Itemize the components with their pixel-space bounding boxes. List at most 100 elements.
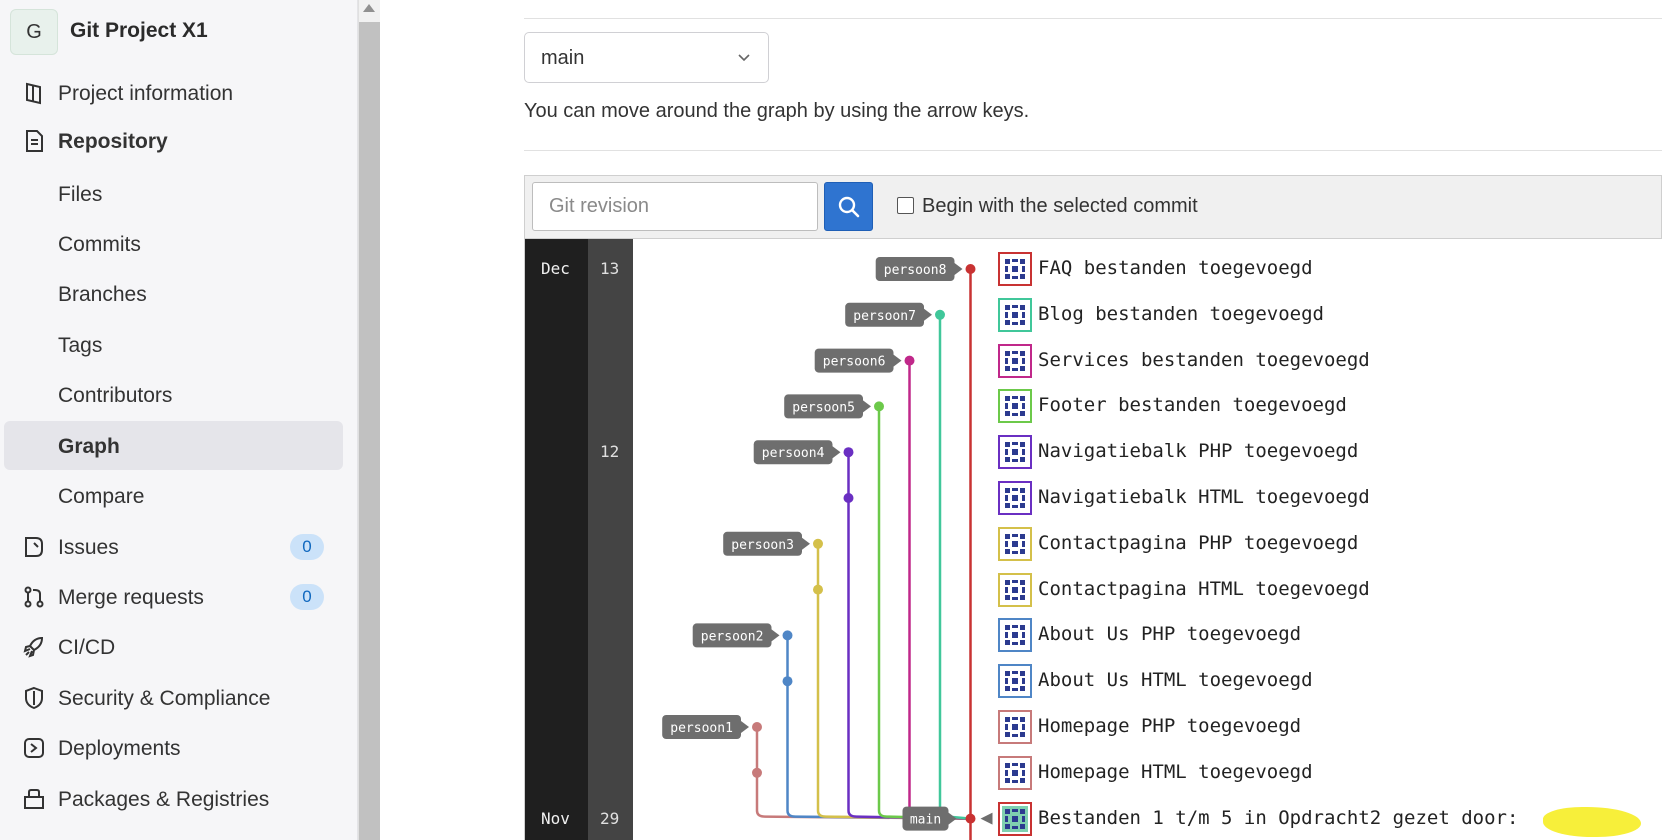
commit-author-avatar[interactable] xyxy=(998,252,1032,286)
sidebar-item-label: Contributors xyxy=(58,384,173,407)
commit-author-avatar[interactable] xyxy=(998,481,1032,515)
sidebar-item-ci-cd[interactable]: CI/CD xyxy=(4,624,343,670)
month-label: Nov xyxy=(541,808,570,828)
branch-tag-arrow xyxy=(893,354,902,367)
commit-author-avatar[interactable] xyxy=(998,297,1032,332)
rocket-icon xyxy=(23,636,44,658)
commit-dot xyxy=(813,584,823,595)
identicon-icon xyxy=(1002,805,1028,832)
commit-message[interactable]: Contactpagina PHP toegevoegd xyxy=(1038,532,1358,554)
commit-author-avatar[interactable] xyxy=(998,710,1032,744)
commit-dot xyxy=(904,355,915,366)
sidebar: G Git Project X1 Project information Rep… xyxy=(0,0,358,840)
commit-message[interactable]: FAQ bestanden toegevoegd xyxy=(1038,257,1313,279)
commit-author-avatar[interactable] xyxy=(998,435,1032,470)
day-label: 29 xyxy=(600,808,620,828)
commit-message[interactable]: About Us PHP toegevoegd xyxy=(1038,623,1301,645)
sidebar-item-contributors[interactable]: Contributors xyxy=(4,372,343,418)
commit-message[interactable]: Navigatiebalk HTML toegevoegd xyxy=(1038,486,1370,508)
sidebar-item-project-information[interactable]: Project information xyxy=(4,70,343,116)
commit-author-avatar[interactable] xyxy=(998,801,1032,836)
identicon-icon xyxy=(1002,485,1028,511)
sidebar-item-files[interactable]: Files xyxy=(4,171,343,217)
sidebar-item-merge-requests[interactable]: Merge requests 0 xyxy=(4,574,343,620)
sidebar-item-issues[interactable]: Issues 0 xyxy=(4,524,343,570)
search-button[interactable] xyxy=(824,182,873,231)
identicon-icon xyxy=(1002,439,1028,466)
commit-dot xyxy=(965,264,976,274)
commit-message[interactable]: Blog bestanden toegevoegd xyxy=(1038,303,1324,325)
sidebar-item-deployments[interactable]: Deployments xyxy=(4,725,343,771)
sidebar-item-label: Project information xyxy=(58,82,234,105)
branch-select-value: main xyxy=(541,47,585,69)
sidebar-item-tags[interactable]: Tags xyxy=(4,322,343,368)
identicon-icon xyxy=(1002,668,1028,695)
begin-with-selected-commit-checkbox[interactable] xyxy=(897,197,914,214)
sidebar-scrollbar[interactable] xyxy=(358,0,380,840)
project-header[interactable]: G Git Project X1 xyxy=(0,0,350,62)
repository-icon xyxy=(26,130,43,152)
branch-tag-label: persoon6 xyxy=(823,355,886,370)
graph-toolbar: Begin with the selected commit xyxy=(524,175,1662,239)
sidebar-item-label: Tags xyxy=(58,334,103,357)
identicon-icon xyxy=(1002,714,1028,740)
identicon-icon xyxy=(1002,393,1028,420)
commit-author-avatar[interactable] xyxy=(998,343,1032,378)
identicon-icon xyxy=(1002,576,1028,603)
sidebar-item-label: Branches xyxy=(58,283,147,306)
day-label: 12 xyxy=(600,442,620,462)
branch-line xyxy=(816,543,971,820)
commit-message[interactable]: Bestanden 1 t/m 5 in Opdracht2 gezet doo… xyxy=(1038,807,1518,829)
branch-tag-label: persoon5 xyxy=(792,400,855,415)
commit-dot xyxy=(935,309,945,320)
sidebar-item-label: Deployments xyxy=(58,737,181,760)
commit-author-avatar[interactable] xyxy=(998,755,1032,790)
sidebar-item-branches[interactable]: Branches xyxy=(4,271,343,317)
git-revision-input[interactable] xyxy=(532,182,818,231)
head-pointer-icon xyxy=(980,812,993,825)
branch-select[interactable]: main xyxy=(524,32,769,83)
commit-dot xyxy=(965,813,976,824)
begin-with-selected-commit-label[interactable]: Begin with the selected commit xyxy=(922,195,1198,218)
sidebar-item-commits[interactable]: Commits xyxy=(4,221,343,267)
branch-tag-label: persoon3 xyxy=(731,538,794,553)
commit-message[interactable]: Navigatiebalk PHP toegevoegd xyxy=(1038,440,1358,462)
commit-author-avatar[interactable] xyxy=(998,618,1032,653)
branch-line xyxy=(877,406,971,820)
scroll-thumb[interactable] xyxy=(359,22,380,840)
sidebar-item-packages-registries[interactable]: Packages & Registries xyxy=(4,776,343,822)
commit-message[interactable]: Services bestanden toegevoegd xyxy=(1038,349,1370,371)
sidebar-item-security-compliance[interactable]: Security & Compliance xyxy=(4,675,343,721)
commit-dot xyxy=(782,630,793,641)
sidebar-item-label: Graph xyxy=(58,435,120,458)
project-name[interactable]: Git Project X1 xyxy=(70,19,208,43)
commit-dot xyxy=(752,767,762,778)
day-label: 13 xyxy=(600,259,620,278)
merge-request-icon xyxy=(24,586,44,608)
commit-message[interactable]: Footer bestanden toegevoegd xyxy=(1038,394,1347,416)
commit-author-avatar[interactable] xyxy=(998,526,1032,561)
commit-dot xyxy=(813,538,823,549)
commit-message[interactable]: Contactpagina HTML toegevoegd xyxy=(1038,578,1370,600)
sidebar-item-label: Compare xyxy=(58,485,145,508)
deployments-icon xyxy=(24,738,44,758)
sidebar-item-graph[interactable]: Graph xyxy=(4,421,343,470)
branch-tag-label: main xyxy=(910,813,941,828)
commit-message[interactable]: Homepage PHP toegevoegd xyxy=(1038,715,1301,737)
commit-message[interactable]: About Us HTML toegevoegd xyxy=(1038,669,1313,691)
network-graph[interactable]: persoon8 persoon7 persoon6 persoon5 persoon4… xyxy=(524,239,1662,840)
scroll-up-arrow-icon[interactable] xyxy=(363,4,375,12)
branch-tag-label: persoon1 xyxy=(670,721,733,736)
sidebar-item-compare[interactable]: Compare xyxy=(4,473,343,519)
issues-icon xyxy=(25,537,43,557)
commit-author-avatar[interactable] xyxy=(998,389,1032,424)
branch-tag-arrow xyxy=(954,263,963,275)
package-icon xyxy=(24,789,44,809)
commit-message[interactable]: Homepage HTML toegevoegd xyxy=(1038,761,1313,783)
commit-author-avatar[interactable] xyxy=(998,664,1032,699)
commit-author-avatar[interactable] xyxy=(998,572,1032,607)
sidebar-item-label: Merge requests xyxy=(58,586,204,609)
sidebar-item-label: Issues xyxy=(58,536,119,559)
branch-tag-label: persoon8 xyxy=(884,263,947,278)
sidebar-item-repository[interactable]: Repository xyxy=(4,118,343,164)
